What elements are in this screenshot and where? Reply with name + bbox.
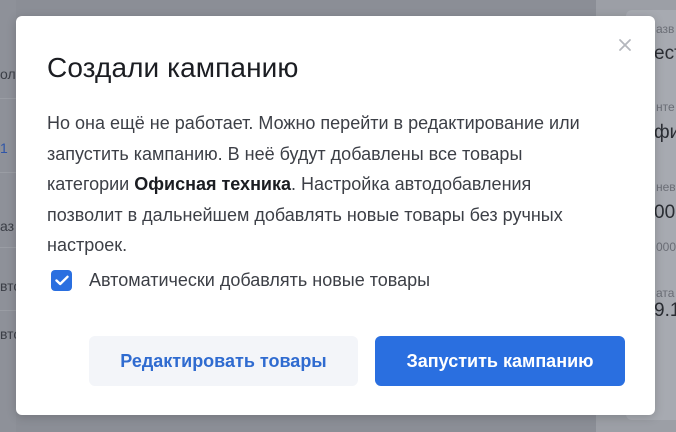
- background-left-text: аз: [0, 218, 15, 234]
- close-icon[interactable]: [616, 37, 634, 55]
- background-right-label: 000: [656, 240, 676, 254]
- dialog-title: Создали кампанию: [47, 52, 299, 83]
- auto-add-checkbox-label: Автоматически добавлять новые товары: [89, 270, 431, 290]
- edit-products-button[interactable]: Редактировать товары: [89, 336, 358, 386]
- background-right-label: ата: [656, 286, 675, 300]
- background-left-text: вто: [0, 278, 16, 294]
- background-left-panel: ол 1 аз вто вто: [0, 0, 16, 432]
- close-icon-glyph: [619, 39, 631, 51]
- background-row-divider: [0, 247, 16, 248]
- background-right-value: ест: [654, 43, 676, 64]
- background-right-value: 00: [654, 202, 676, 223]
- dialog-message: Но она ещё не работает. Можно перейти в …: [47, 108, 607, 261]
- background-row-divider: [0, 98, 16, 99]
- background-row-divider: [0, 310, 16, 311]
- category-name: Офисная техника: [134, 174, 292, 194]
- background-right-value: 9.1: [654, 300, 676, 321]
- auto-add-checkbox-row[interactable]: Автоматически добавлять новые товары: [51, 270, 430, 291]
- background-right-value: фи: [654, 122, 676, 143]
- background-left-text: ол: [0, 66, 16, 82]
- background-right-label: азв: [656, 22, 675, 36]
- background-left-text: вто: [0, 326, 16, 342]
- launch-campaign-button[interactable]: Запустить кампанию: [375, 336, 625, 386]
- checkmark-icon: [54, 275, 69, 286]
- background-right-label: нте: [656, 100, 675, 114]
- background-left-text: 1: [0, 140, 8, 156]
- background-row-divider: [0, 172, 16, 173]
- background-right-label: нев: [656, 180, 676, 194]
- auto-add-checkbox[interactable]: [51, 270, 72, 291]
- campaign-created-dialog: Создали кампанию Но она ещё не работает.…: [16, 16, 655, 415]
